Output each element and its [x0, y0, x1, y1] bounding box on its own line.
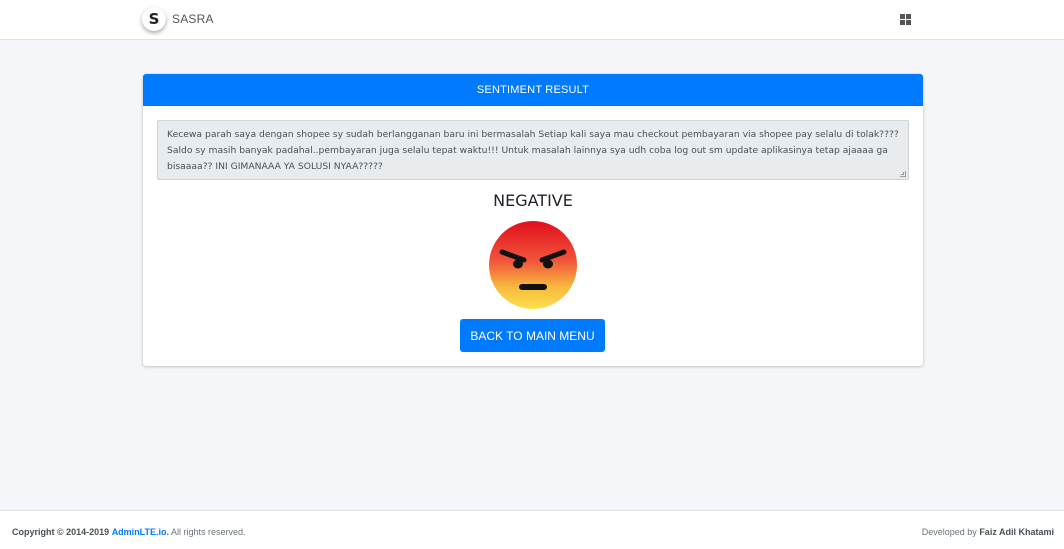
review-text: Kecewa parah saya dengan shopee sy sudah… — [167, 129, 899, 172]
back-to-main-menu-button[interactable]: BACK TO MAIN MENU — [460, 319, 605, 352]
footer-developer: Developed by Faiz Adil Khatami — [922, 527, 1054, 537]
footer: Copyright © 2014-2019 AdminLTE.io. All r… — [0, 510, 1064, 549]
review-text-area[interactable]: Kecewa parah saya dengan shopee sy sudah… — [157, 120, 909, 180]
copyright-suffix: All rights reserved. — [171, 527, 246, 537]
grid-icon[interactable] — [900, 14, 911, 25]
resize-handle-icon[interactable] — [900, 171, 906, 177]
developer-name: Faiz Adil Khatami — [979, 527, 1054, 537]
copyright-prefix: Copyright © 2014-2019 — [12, 527, 110, 537]
adminlte-link[interactable]: AdminLTE.io. — [112, 527, 169, 537]
brand-logo: S — [142, 7, 166, 31]
footer-copyright: Copyright © 2014-2019 AdminLTE.io. All r… — [12, 527, 246, 537]
sentiment-result-card: SENTIMENT RESULT Kecewa parah saya denga… — [143, 74, 923, 366]
brand-link[interactable]: S SASRA — [142, 7, 214, 31]
brand-name: SASRA — [172, 12, 214, 26]
sentiment-label: NEGATIVE — [493, 191, 573, 210]
angry-face-icon — [489, 221, 577, 309]
top-navbar: S SASRA — [0, 0, 1064, 40]
card-header-title: SENTIMENT RESULT — [143, 74, 923, 106]
developed-by-label: Developed by — [921, 527, 977, 537]
